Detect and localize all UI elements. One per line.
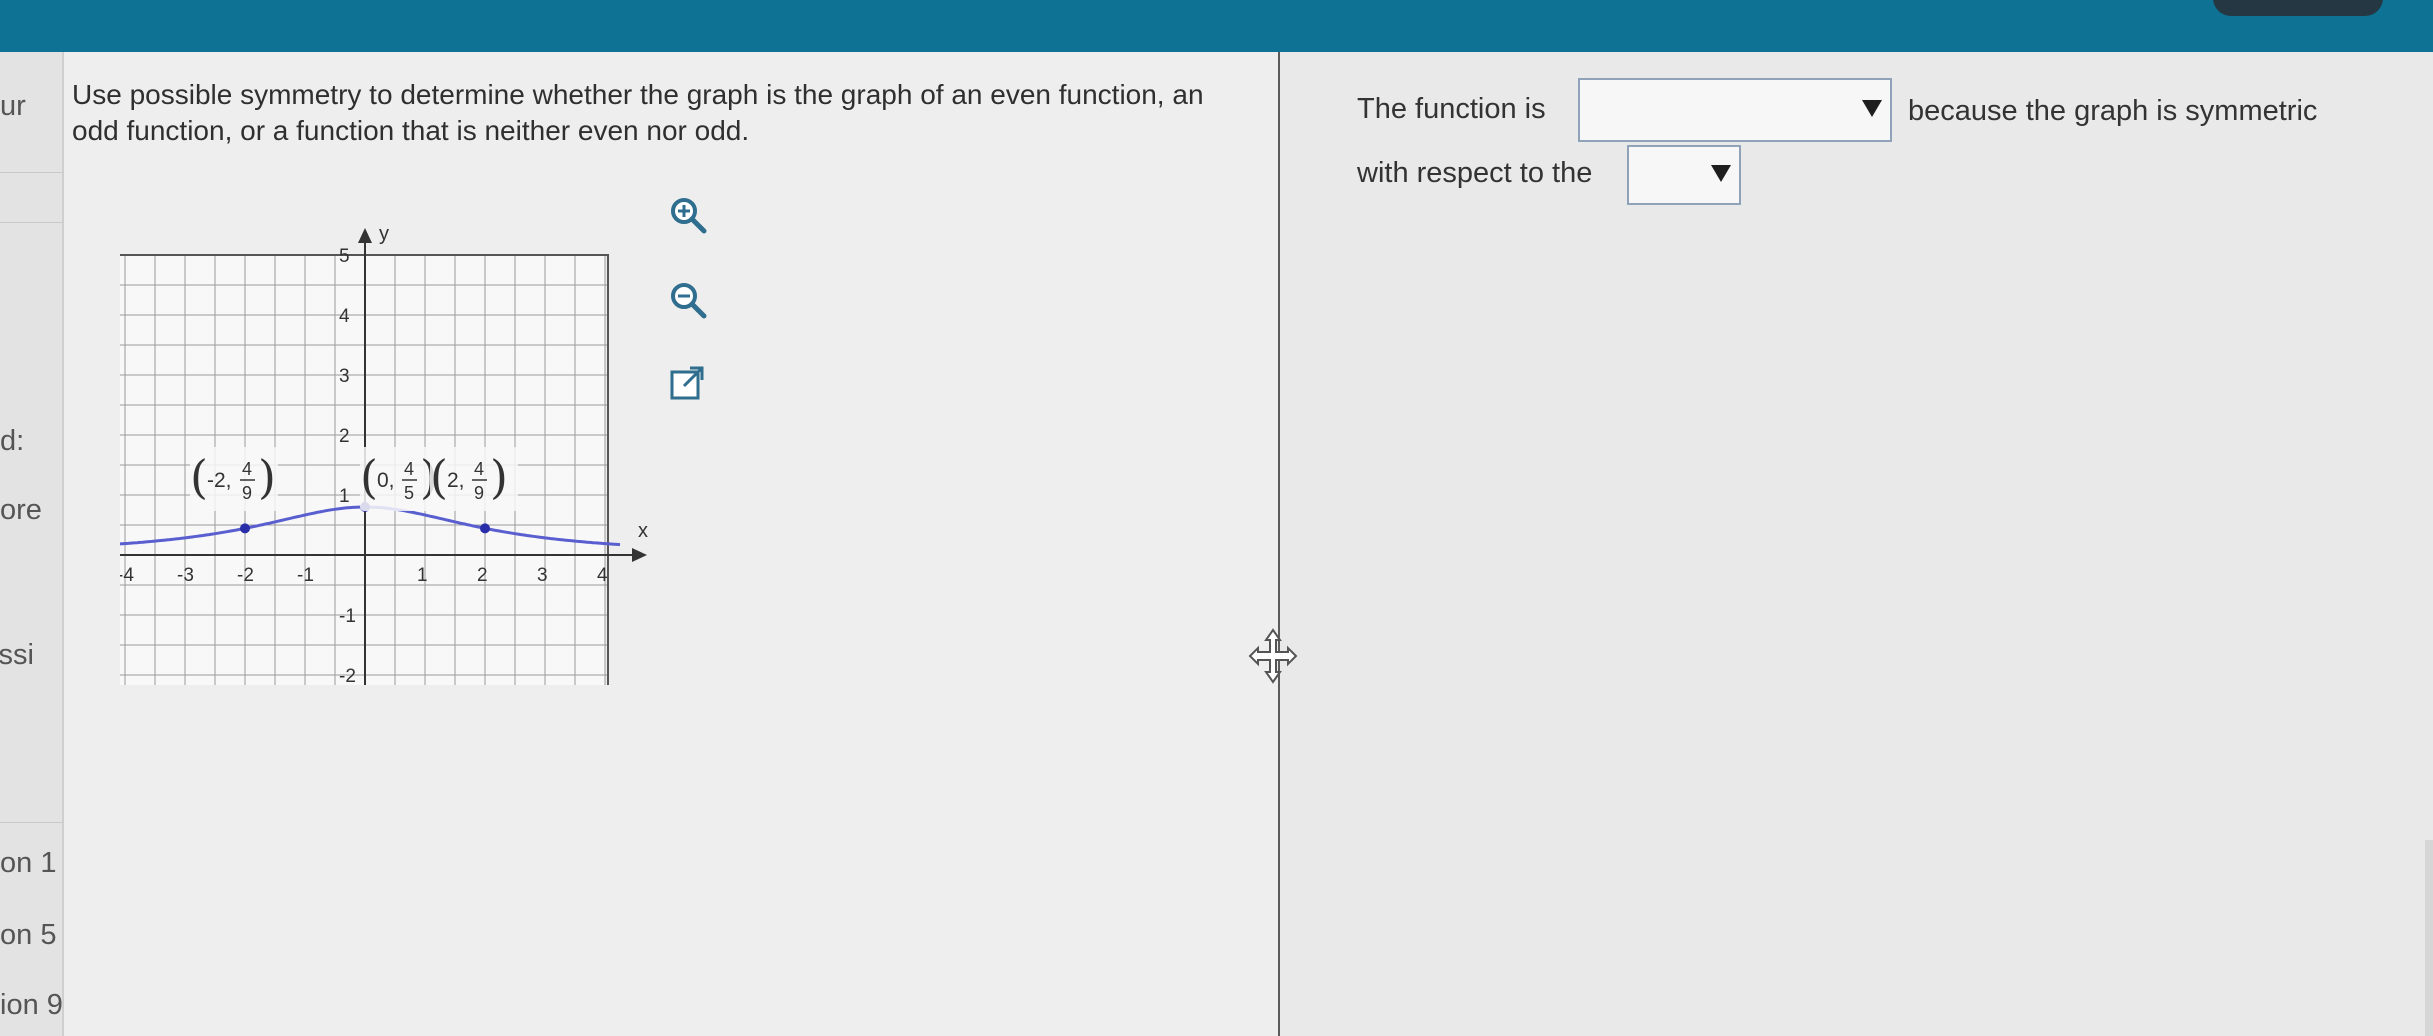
paren-left: ( bbox=[360, 450, 378, 504]
x-tick-label: 3 bbox=[537, 565, 548, 586]
left-nav-item[interactable]: ore bbox=[0, 494, 42, 527]
y-axis-arrow bbox=[358, 228, 372, 243]
symmetry-dropdown[interactable] bbox=[1627, 145, 1741, 205]
point-label-numerator: 4 bbox=[474, 459, 484, 479]
paren-left: ( bbox=[190, 450, 208, 504]
left-nav-item[interactable]: ur bbox=[0, 90, 26, 123]
x-tick-label: -3 bbox=[177, 565, 194, 586]
paren-right: ) bbox=[490, 450, 508, 504]
answer-suffix: with respect to the bbox=[1357, 157, 1593, 189]
paren-right: ) bbox=[258, 450, 276, 504]
function-graph: xy-4-3-2-1123454321-1-2(-2,49)(0,45)(2,4… bbox=[120, 223, 648, 685]
paren-left: ( bbox=[430, 450, 448, 504]
answer-middle: because the graph is symmetric bbox=[1908, 95, 2318, 127]
left-nav-item[interactable]: on 1 bbox=[0, 847, 56, 880]
point-label-x: -2, bbox=[207, 469, 232, 492]
data-point bbox=[480, 523, 490, 534]
dropdown-arrow-icon bbox=[1711, 165, 1731, 182]
answer-prefix: The function is bbox=[1357, 93, 1546, 125]
x-tick-label: 4 bbox=[597, 565, 608, 586]
left-nav-item[interactable]: d: bbox=[0, 425, 24, 458]
left-nav-strip: ur d: ore issi on 1 on 5 ion 9 bbox=[0, 52, 64, 1036]
data-point bbox=[240, 523, 250, 534]
y-tick-label: 1 bbox=[339, 486, 350, 507]
point-label-denominator: 9 bbox=[242, 483, 252, 503]
left-nav-item[interactable]: ion 9 bbox=[0, 989, 63, 1022]
point-label-x: 2, bbox=[447, 469, 465, 492]
move-cursor-icon bbox=[1248, 628, 1298, 684]
x-tick-label: 2 bbox=[477, 565, 488, 586]
x-tick-label: -2 bbox=[237, 565, 254, 586]
divider bbox=[0, 172, 62, 173]
x-axis-arrow bbox=[632, 548, 647, 562]
point-label-x: 0, bbox=[377, 469, 395, 492]
x-axis-label: x bbox=[638, 520, 648, 542]
left-nav-item[interactable]: on 5 bbox=[0, 919, 56, 952]
left-nav-item[interactable]: issi bbox=[0, 639, 34, 672]
y-axis-label: y bbox=[379, 223, 389, 245]
zoom-in-icon[interactable] bbox=[666, 193, 710, 237]
scrollbar[interactable] bbox=[2425, 840, 2433, 1036]
top-bar bbox=[0, 0, 2433, 52]
dropdown-arrow-icon bbox=[1862, 100, 1882, 117]
y-tick-label: 2 bbox=[339, 426, 350, 447]
divider bbox=[0, 822, 62, 823]
x-tick-label: 1 bbox=[417, 565, 428, 586]
point-label-numerator: 4 bbox=[404, 459, 414, 479]
y-tick-label: 5 bbox=[339, 246, 350, 267]
point-label-denominator: 5 bbox=[404, 483, 414, 503]
zoom-out-icon[interactable] bbox=[666, 278, 710, 322]
top-bar-button[interactable] bbox=[2213, 0, 2383, 16]
question-text: Use possible symmetry to determine wheth… bbox=[72, 79, 1204, 146]
x-tick-label: -1 bbox=[297, 565, 314, 586]
point-label-denominator: 9 bbox=[474, 483, 484, 503]
answer-panel bbox=[1280, 52, 2433, 1036]
y-tick-label: -2 bbox=[339, 666, 356, 685]
y-tick-label: 3 bbox=[339, 366, 350, 387]
divider bbox=[0, 222, 62, 223]
y-tick-label: 4 bbox=[339, 306, 350, 327]
y-tick-label: -1 bbox=[339, 606, 356, 627]
point-label-numerator: 4 bbox=[242, 459, 252, 479]
function-type-dropdown[interactable] bbox=[1578, 78, 1892, 142]
external-link-icon[interactable] bbox=[666, 362, 710, 406]
x-tick-label: -4 bbox=[120, 565, 134, 586]
